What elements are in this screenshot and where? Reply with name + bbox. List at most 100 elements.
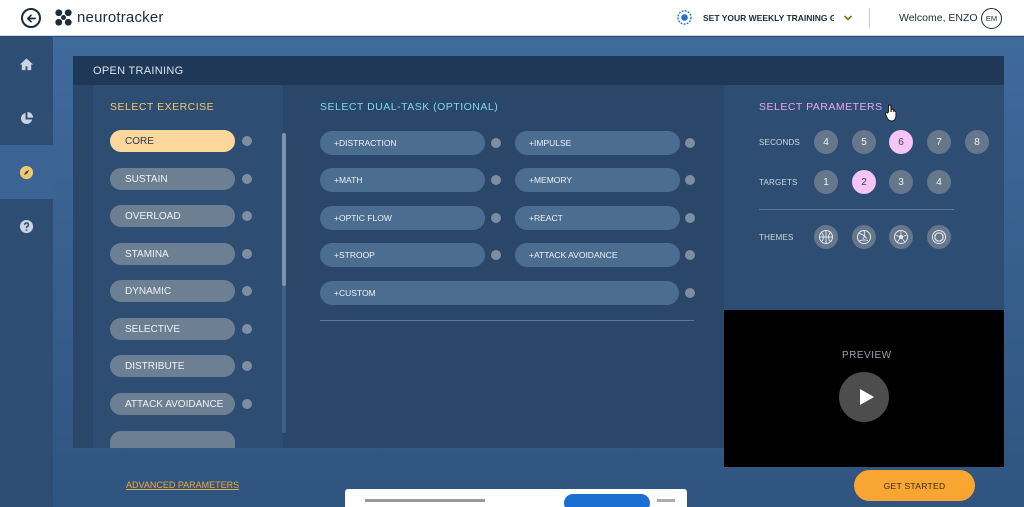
info-icon[interactable] — [242, 174, 252, 184]
popup-button[interactable] — [564, 494, 650, 507]
bottom-popup — [345, 489, 687, 507]
nav-help[interactable] — [0, 199, 53, 253]
exercise-overload[interactable]: OVERLOAD — [110, 205, 235, 227]
advanced-parameters-link[interactable]: ADVANCED PARAMETERS — [126, 480, 239, 490]
get-started-button[interactable]: GET STARTED — [854, 470, 975, 501]
exercise-title: SELECT EXERCISE — [110, 101, 215, 113]
info-icon[interactable] — [491, 138, 501, 148]
dual-task-distraction[interactable]: +DISTRACTION — [320, 131, 485, 155]
goal-gear-icon — [677, 10, 692, 25]
info-icon[interactable] — [242, 399, 252, 409]
soccer-ball-icon — [894, 230, 908, 244]
dual-task-impulse[interactable]: +IMPULSE — [515, 131, 680, 155]
welcome-text: Welcome, ENZO — [899, 12, 978, 24]
play-button[interactable] — [839, 372, 889, 422]
dual-task-react[interactable]: +REACT — [515, 206, 680, 230]
theme-ring[interactable] — [927, 225, 951, 249]
info-icon[interactable] — [242, 361, 252, 371]
open-training-panel: OPEN TRAINING SELECT EXERCISE CORE SUSTA… — [73, 56, 1004, 467]
nav-home[interactable] — [0, 37, 53, 91]
dual-task-custom[interactable]: +CUSTOM — [320, 281, 679, 305]
info-icon[interactable] — [685, 288, 695, 298]
compass-icon — [19, 165, 34, 179]
basketball-icon — [819, 230, 833, 244]
avatar[interactable]: EM — [981, 8, 1002, 29]
panel-title: OPEN TRAINING — [93, 65, 184, 77]
weekly-goal-dropdown[interactable]: SET YOUR WEEKLY TRAINING GOAL! — [676, 9, 853, 26]
info-icon[interactable] — [242, 211, 252, 221]
dual-task-memory[interactable]: +MEMORY — [515, 168, 680, 192]
exercise-core[interactable]: CORE — [110, 130, 235, 152]
arrow-left-icon — [26, 13, 36, 23]
preview-label: PREVIEW — [842, 350, 892, 361]
ring-icon — [932, 230, 946, 244]
dual-task-math[interactable]: +MATH — [320, 168, 485, 192]
exercise-dynamic[interactable]: DYNAMIC — [110, 280, 235, 302]
logo[interactable]: neurotracker — [54, 8, 164, 27]
chevron-down-icon — [843, 14, 853, 21]
dual-task-divider — [320, 320, 694, 321]
volleyball-icon — [857, 230, 871, 244]
exercise-attack-avoidance[interactable]: ATTACK AVOIDANCE — [110, 393, 235, 415]
targets-option-2[interactable]: 2 — [852, 170, 876, 194]
left-nav — [0, 37, 53, 507]
logo-text: neurotracker — [77, 9, 164, 26]
info-icon[interactable] — [685, 213, 695, 223]
parameters-title: SELECT PARAMETERS — [759, 101, 883, 113]
topbar-divider — [869, 8, 870, 28]
seconds-option-7[interactable]: 7 — [927, 130, 951, 154]
help-icon — [19, 219, 34, 233]
exercise-column: SELECT EXERCISE CORE SUSTAIN OVERLOAD ST… — [93, 85, 286, 448]
dual-task-column: SELECT DUAL-TASK (OPTIONAL) +DISTRACTION… — [303, 85, 723, 448]
targets-label: TARGETS — [759, 178, 798, 187]
info-icon[interactable] — [491, 213, 501, 223]
dual-task-stroop[interactable]: +STROOP — [320, 243, 485, 267]
dual-task-attack-avoidance[interactable]: +ATTACK AVOIDANCE — [515, 243, 680, 267]
exercise-sustain[interactable]: SUSTAIN — [110, 168, 235, 190]
back-button[interactable] — [21, 8, 41, 28]
targets-option-3[interactable]: 3 — [889, 170, 913, 194]
nav-stats[interactable] — [0, 91, 53, 145]
theme-basketball[interactable] — [814, 225, 838, 249]
top-bar: neurotracker SET YOUR WEEKLY TRAINING GO… — [0, 0, 1024, 36]
exercise-selective[interactable]: SELECTIVE — [110, 318, 235, 340]
info-icon[interactable] — [242, 324, 252, 334]
info-icon[interactable] — [685, 138, 695, 148]
info-icon[interactable] — [242, 286, 252, 296]
seconds-option-8[interactable]: 8 — [965, 130, 989, 154]
pie-chart-icon — [20, 111, 34, 124]
preview-panel: PREVIEW — [724, 310, 1004, 467]
targets-option-1[interactable]: 1 — [814, 170, 838, 194]
parameters-divider — [759, 209, 954, 210]
dual-task-title: SELECT DUAL-TASK (OPTIONAL) — [320, 101, 499, 113]
exercise-scrollbar[interactable] — [282, 133, 286, 286]
info-icon[interactable] — [491, 250, 501, 260]
info-icon[interactable] — [685, 250, 695, 260]
theme-volleyball[interactable] — [852, 225, 876, 249]
info-icon[interactable] — [242, 136, 252, 146]
seconds-label: SECONDS — [759, 138, 800, 147]
main-area: OPEN TRAINING SELECT EXERCISE CORE SUSTA… — [53, 37, 1024, 507]
exercise-more-partial[interactable] — [110, 431, 235, 448]
exercise-stamina[interactable]: STAMINA — [110, 243, 235, 265]
seconds-option-5[interactable]: 5 — [852, 130, 876, 154]
dual-task-optic-flow[interactable]: +OPTIC FLOW — [320, 206, 485, 230]
popup-text — [365, 499, 485, 502]
exercise-distribute[interactable]: DISTRIBUTE — [110, 355, 235, 377]
theme-soccer[interactable] — [889, 225, 913, 249]
targets-option-4[interactable]: 4 — [927, 170, 951, 194]
nav-training[interactable] — [0, 145, 53, 199]
seconds-option-4[interactable]: 4 — [814, 130, 838, 154]
home-icon — [19, 57, 34, 70]
themes-label: THEMES — [759, 233, 794, 242]
weekly-goal-text: SET YOUR WEEKLY TRAINING GOAL! — [703, 12, 834, 23]
play-icon — [859, 389, 874, 405]
info-icon[interactable] — [242, 249, 252, 259]
seconds-option-6[interactable]: 6 — [889, 130, 913, 154]
neurotracker-logo-icon — [55, 9, 72, 26]
hand-cursor-icon — [885, 104, 897, 122]
info-icon[interactable] — [685, 175, 695, 185]
panel-header: OPEN TRAINING — [73, 56, 1004, 85]
info-icon[interactable] — [491, 175, 501, 185]
popup-dismiss[interactable] — [657, 499, 675, 502]
